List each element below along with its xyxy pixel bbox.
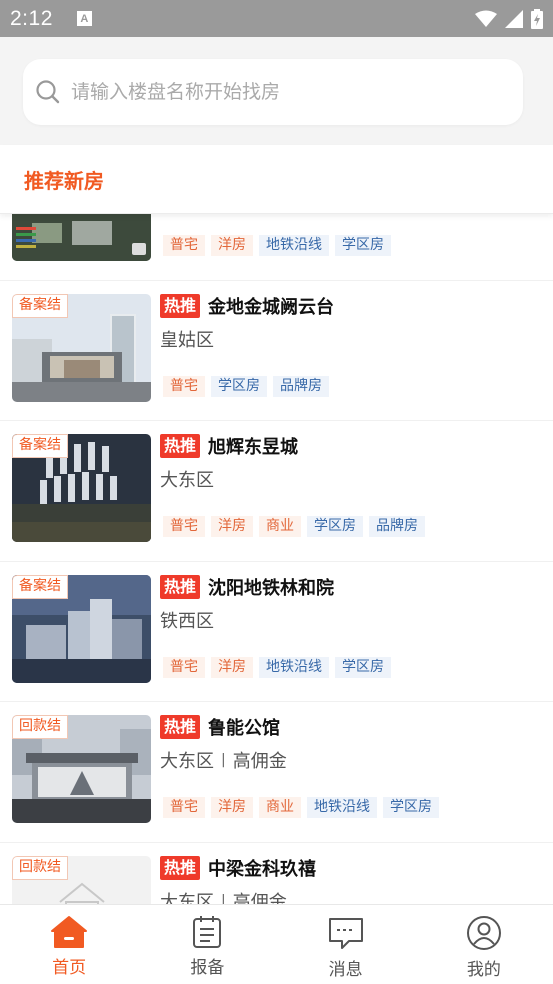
- meta-separator: |: [221, 752, 226, 768]
- tag: 洋房: [211, 656, 253, 678]
- listing-meta: 大东区 | 高佣金: [160, 747, 287, 773]
- listing-district: 铁西区: [160, 610, 214, 632]
- hot-tag: 热推: [160, 855, 201, 880]
- home-icon: [51, 916, 88, 948]
- listing-district: 大东区: [160, 751, 214, 772]
- tag: 普宅: [163, 235, 205, 256]
- listing-item[interactable]: 回款结 热推 鲁能公馆 大东区 | 高佣金 普宅 洋房 商业 地铁沿线 学区房: [0, 702, 553, 843]
- nav-label: 消息: [328, 960, 363, 980]
- battery-icon: [531, 8, 543, 29]
- search-box[interactable]: [23, 59, 523, 125]
- listing-image: 备案结: [12, 293, 151, 402]
- listing-item[interactable]: 回款结 热推 中梁金科玖禧 大东区 | 高佣金: [0, 843, 553, 905]
- tag: 品牌房: [369, 516, 425, 537]
- commission-label: 高佣金: [232, 891, 287, 905]
- settlement-badge: 备案结: [12, 293, 68, 318]
- listing-item[interactable]: 备案结 热推 金地金城阙云台 皇姑区 普宅 学区房 品牌房: [0, 281, 553, 421]
- listing-district: 大东区: [160, 891, 214, 905]
- tag: 普宅: [163, 516, 205, 537]
- tag: 学区房: [335, 656, 391, 678]
- listing-title-row: 热推 鲁能公馆: [160, 714, 280, 740]
- listing-title-row: 热推 沈阳地铁林和院: [160, 574, 334, 600]
- listing-name: 沈阳地铁林和院: [208, 577, 335, 599]
- search-icon: [36, 80, 60, 104]
- tag: 地铁沿线: [259, 656, 329, 678]
- nav-home[interactable]: 首页: [0, 905, 138, 984]
- listing-image: 回款结: [12, 855, 151, 904]
- tag: 学区房: [307, 516, 363, 537]
- nav-label: 我的: [466, 960, 501, 980]
- tag-list: 普宅 洋房 商业 地铁沿线 学区房: [163, 797, 439, 818]
- listing-district: 大东区: [160, 470, 214, 491]
- nav-report[interactable]: 报备: [138, 905, 276, 984]
- tag: 普宅: [163, 797, 205, 818]
- listing-meta: 大东区: [160, 466, 214, 492]
- tag: 普宅: [163, 656, 205, 678]
- listing-title-row: 热推 旭辉东昱城: [160, 433, 298, 459]
- nav-profile[interactable]: 我的: [415, 905, 553, 984]
- notification-icon: A: [76, 11, 92, 26]
- listing-image: 回款结: [12, 715, 151, 823]
- chat-icon: [328, 918, 363, 949]
- section-title: 推荐新房: [24, 168, 104, 193]
- status-time: 2:12: [10, 6, 53, 30]
- tag: 学区房: [335, 235, 391, 256]
- listing-name: 中梁金科玖禧: [208, 858, 317, 880]
- tag-list: 普宅 洋房 商业 学区房 品牌房: [163, 516, 425, 537]
- listing-name: 旭辉东昱城: [208, 437, 299, 458]
- commission-label: 高佣金: [232, 751, 287, 772]
- search-input[interactable]: [71, 81, 491, 103]
- tag: 商业: [259, 797, 301, 818]
- listing-image: 备案结: [12, 434, 151, 542]
- listing-item[interactable]: 普宅 洋房 地铁沿线 学区房: [0, 214, 553, 281]
- signal-icon: [505, 9, 523, 28]
- wifi-icon: [475, 10, 497, 27]
- listing-title-row: 热推 中梁金科玖禧: [160, 855, 316, 881]
- bottom-nav: 首页 报备 消息 我的: [0, 904, 553, 984]
- user-icon: [466, 916, 501, 950]
- tag-list: 普宅 学区房 品牌房: [163, 375, 329, 397]
- status-icons: [475, 8, 543, 29]
- nav-label: 首页: [52, 958, 87, 978]
- nav-messages[interactable]: 消息: [277, 905, 415, 984]
- tag: 品牌房: [273, 375, 329, 397]
- listing-item[interactable]: 备案结 热推 沈阳地铁林和院 铁西区 普宅 洋房 地铁沿线 学区房: [0, 562, 553, 702]
- tag: 学区房: [383, 797, 439, 818]
- tag-list: 普宅 洋房 地铁沿线 学区房: [163, 656, 391, 678]
- listing-meta: 皇姑区: [160, 326, 214, 352]
- tag: 商业: [259, 516, 301, 537]
- settlement-badge: 备案结: [12, 434, 68, 458]
- search-area: [0, 37, 553, 145]
- listing-image: 备案结: [12, 574, 151, 683]
- listing-list[interactable]: 普宅 洋房 地铁沿线 学区房 备案结 热推 金地金城阙云台 皇姑区 普宅 学区房…: [0, 214, 553, 904]
- tag: 学区房: [211, 375, 267, 397]
- meta-separator: |: [221, 892, 226, 905]
- listing-name: 金地金城阙云台: [208, 296, 335, 318]
- hot-tag: 热推: [160, 574, 201, 599]
- listing-item[interactable]: 备案结 热推 旭辉东昱城 大东区 普宅 洋房 商业 学区房 品牌房: [0, 421, 553, 562]
- listing-title-row: 热推 金地金城阙云台: [160, 293, 334, 319]
- listing-meta: 大东区 | 高佣金: [160, 888, 287, 905]
- tag: 洋房: [211, 235, 253, 256]
- settlement-badge: 回款结: [12, 715, 68, 739]
- listing-district: 皇姑区: [160, 329, 214, 351]
- settlement-badge: 回款结: [12, 855, 68, 880]
- tag: 洋房: [211, 516, 253, 537]
- hot-tag: 热推: [160, 293, 201, 318]
- nav-label: 报备: [190, 958, 225, 978]
- hot-tag: 热推: [160, 715, 201, 739]
- tag: 洋房: [211, 797, 253, 818]
- tag: 地铁沿线: [307, 797, 377, 818]
- section-header: 推荐新房: [0, 145, 553, 214]
- hot-tag: 热推: [160, 434, 201, 458]
- status-bar: 2:12 A: [0, 0, 553, 37]
- tag-list: 普宅 洋房 地铁沿线 学区房: [163, 235, 391, 256]
- settlement-badge: 备案结: [12, 574, 68, 599]
- tag: 地铁沿线: [259, 235, 329, 256]
- listing-name: 鲁能公馆: [208, 718, 281, 739]
- tag: 普宅: [163, 375, 205, 397]
- clipboard-icon: [193, 916, 222, 948]
- listing-meta: 铁西区: [160, 607, 214, 633]
- listing-image: [12, 214, 151, 261]
